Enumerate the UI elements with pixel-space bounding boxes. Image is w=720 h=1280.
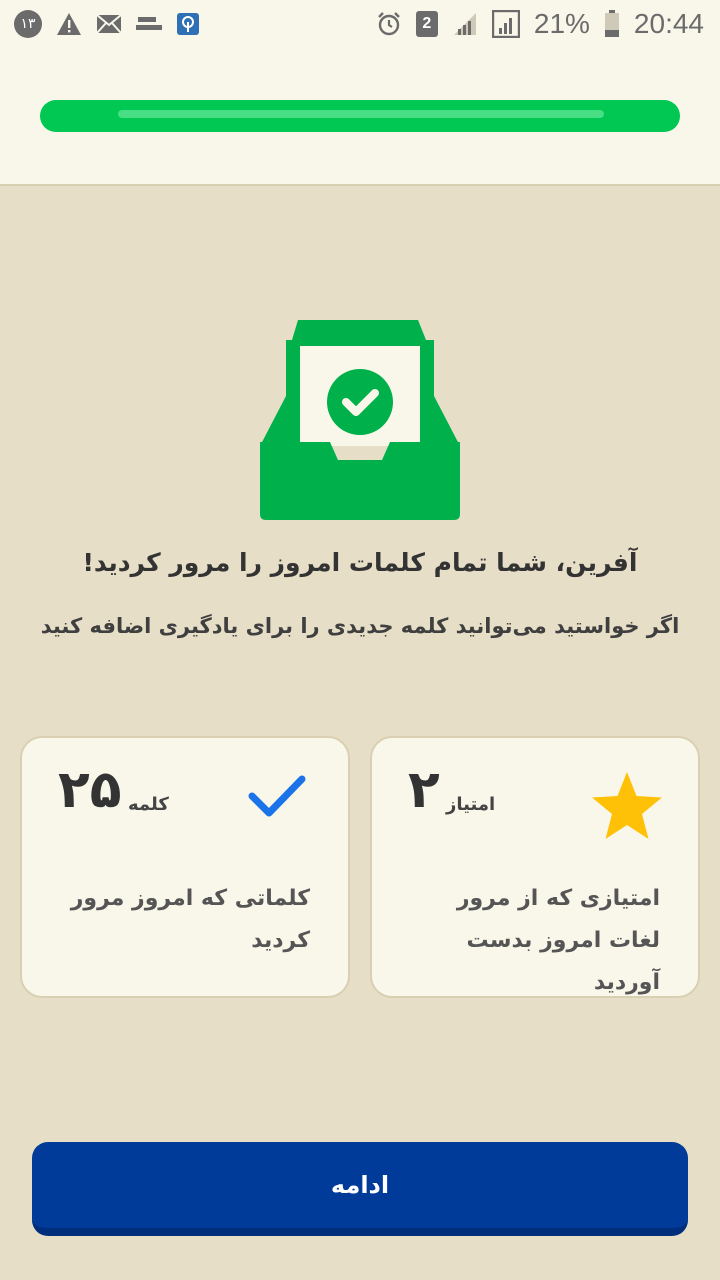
completion-title: آفرین، شما تمام کلمات امروز را مرور کردی… bbox=[82, 548, 638, 577]
inbox-check-icon bbox=[260, 320, 460, 520]
points-description: امتیازی که از مرور لغات امروز بدست آوردی… bbox=[456, 886, 660, 995]
signal-strength-icon bbox=[491, 10, 520, 38]
words-count: ۲۵ bbox=[58, 760, 122, 820]
points-earned-card: امتیاز ۲ امتیازی که از مرور لغات امروز ب… bbox=[370, 736, 700, 998]
status-right-icons: 2 21% 20:44 bbox=[376, 8, 704, 40]
words-reviewed-card: کلمه ۲۵ کلماتی که امروز مرور کردید bbox=[20, 736, 350, 998]
mail-icon bbox=[96, 14, 122, 34]
clock: 20:44 bbox=[633, 8, 704, 39]
status-left-icons: ۱۳ bbox=[14, 10, 200, 38]
warning-icon bbox=[56, 12, 82, 36]
progress-bar-highlight bbox=[118, 110, 604, 118]
sim-badge: 2 bbox=[415, 11, 438, 37]
continue-button[interactable]: ادامه bbox=[32, 1142, 688, 1236]
inbox-check-illustration bbox=[258, 318, 462, 522]
words-unit-label: کلمه bbox=[128, 794, 169, 815]
alarm-icon bbox=[376, 11, 402, 37]
notification-count-badge: ۱۳ bbox=[14, 10, 42, 38]
keyboard-icon bbox=[136, 15, 162, 33]
star-icon bbox=[590, 770, 664, 846]
header bbox=[0, 48, 720, 186]
completion-subtitle: اگر خواستید می‌توانید کلمه جدیدی را برای… bbox=[40, 614, 680, 638]
battery-icon bbox=[604, 10, 620, 38]
points-unit-label: امتیاز bbox=[446, 794, 496, 815]
signal-icon bbox=[452, 11, 478, 37]
points-count: ۲ bbox=[408, 760, 440, 820]
review-progress-bar bbox=[40, 100, 680, 132]
status-bar: ۱۳ 2 21% 20:44 bbox=[0, 0, 720, 48]
words-description: کلماتی که امروز مرور کردید bbox=[70, 886, 310, 953]
app-notification-icon bbox=[176, 12, 200, 36]
checkmark-icon bbox=[248, 774, 306, 822]
battery-percent: 21% bbox=[533, 8, 590, 39]
